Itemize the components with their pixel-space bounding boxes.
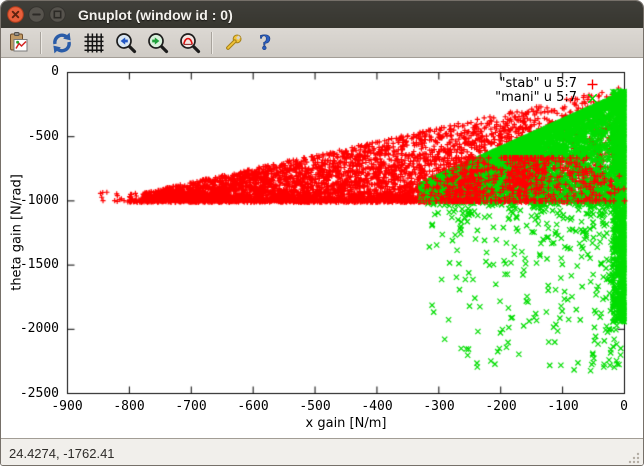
legend-entry-stab: "stab" u 5:7 [495, 77, 599, 91]
y-tick-label: 0 [1, 64, 59, 80]
close-icon [7, 6, 24, 23]
legend-marker-mani-icon [586, 92, 599, 105]
zoom-next-button[interactable] [144, 30, 172, 56]
toolbar-separator [211, 32, 212, 54]
zoom-previous-button[interactable] [112, 30, 140, 56]
x-axis-title: x gain [N/m] [306, 416, 387, 431]
toggle-grid-button[interactable] [80, 30, 108, 56]
toolbar-separator [40, 32, 41, 54]
replot-button[interactable] [48, 30, 76, 56]
x-tick-label: -200 [485, 399, 516, 415]
maximize-button[interactable] [49, 6, 66, 23]
legend-entry-mani: "mani" u 5:7 [495, 91, 599, 105]
x-tick-label: -300 [423, 399, 454, 415]
x-tick-label: -900 [51, 399, 82, 415]
x-tick-label: -500 [299, 399, 330, 415]
x-tick-label: -700 [175, 399, 206, 415]
grid-icon [82, 31, 106, 55]
svg-text:?: ? [259, 31, 271, 55]
copy-to-clipboard-button[interactable] [5, 30, 33, 56]
legend: "stab" u 5:7 "mani" u 5:7 [495, 77, 599, 105]
copy-clipboard-icon [7, 31, 31, 55]
wrench-options-icon [221, 31, 245, 55]
status-bar: 24.4274, -1762.41 [1, 438, 643, 466]
plot-canvas[interactable] [1, 58, 644, 438]
help-button[interactable]: ? [251, 30, 279, 56]
x-tick-label: -100 [547, 399, 578, 415]
legend-label-mani: "mani" u 5:7 [495, 91, 577, 105]
window-buttons [1, 6, 66, 23]
options-button[interactable] [219, 30, 247, 56]
close-button[interactable] [7, 6, 24, 23]
x-tick-label: -800 [113, 399, 144, 415]
legend-marker-stab-icon [586, 78, 599, 91]
resize-grip[interactable] [627, 451, 640, 464]
unzoom-button[interactable] [176, 30, 204, 56]
maximize-icon [49, 6, 66, 23]
minimize-icon [28, 6, 45, 23]
minimize-button[interactable] [28, 6, 45, 23]
x-tick-label: 0 [620, 399, 628, 415]
help-icon: ? [253, 31, 277, 55]
y-axis-title: theta gain [N/rad] [10, 83, 25, 383]
window-title: Gnuplot (window id : 0) [78, 7, 233, 23]
y-tick-label: -2500 [1, 386, 59, 402]
x-tick-label: -400 [361, 399, 392, 415]
x-tick-label: -600 [237, 399, 268, 415]
legend-label-stab: "stab" u 5:7 [500, 77, 577, 91]
zoom-next-icon [146, 31, 170, 55]
toolbar: ? [1, 28, 643, 58]
zoom-previous-icon [114, 31, 138, 55]
unzoom-autoscale-icon [178, 31, 202, 55]
replot-refresh-icon [50, 31, 74, 55]
titlebar[interactable]: Gnuplot (window id : 0) [1, 1, 643, 28]
gnuplot-window: Gnuplot (window id : 0) [0, 0, 644, 466]
plot-area: 0 -500 -1000 -1500 -2000 -2500 -900 -800… [1, 58, 644, 438]
cursor-coordinates: 24.4274, -1762.41 [1, 446, 115, 461]
